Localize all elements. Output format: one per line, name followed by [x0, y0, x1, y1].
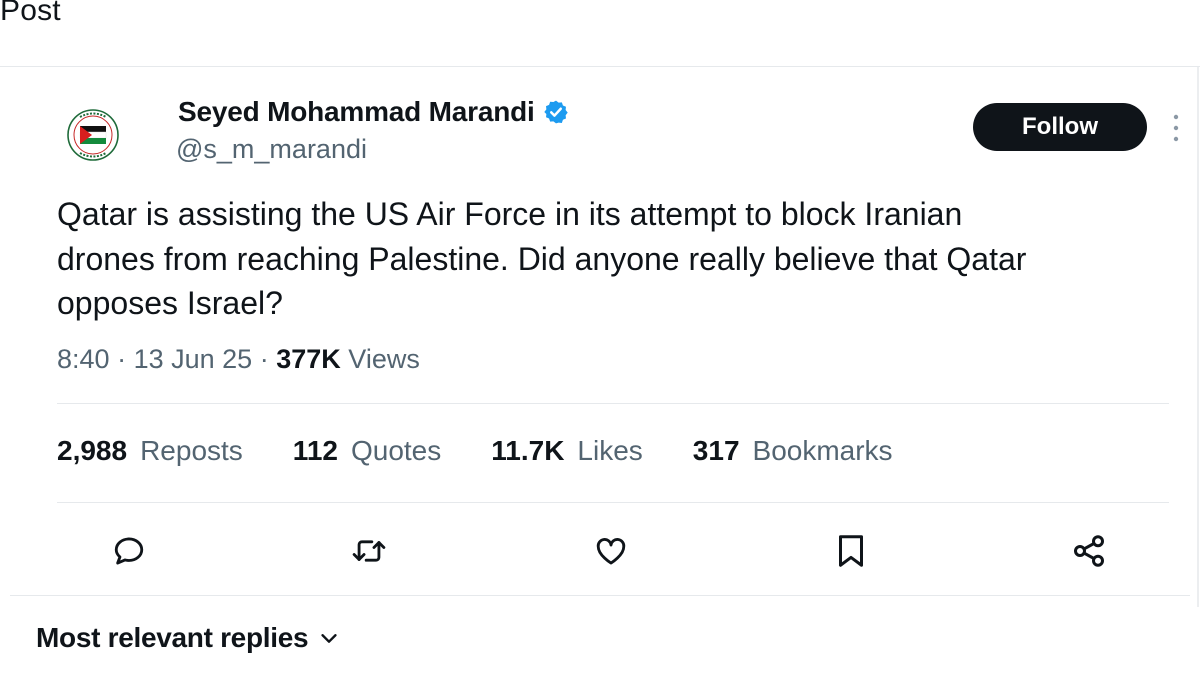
palestine-flag-emblem-icon — [67, 109, 119, 161]
likes-stat[interactable]: 11.7K Likes — [491, 435, 643, 467]
like-button[interactable] — [588, 528, 634, 574]
repost-icon — [352, 540, 386, 562]
meta-separator: · — [117, 344, 127, 374]
reposts-stat[interactable]: 2,988 Reposts — [57, 435, 243, 467]
reply-button[interactable] — [106, 528, 152, 574]
author-name[interactable]: Seyed Mohammad Marandi — [178, 96, 535, 128]
share-icon — [1074, 535, 1104, 567]
header-divider — [0, 66, 1200, 67]
share-button[interactable] — [1066, 528, 1112, 574]
quotes-stat[interactable]: 112 Quotes — [293, 435, 441, 467]
replies-sort-label: Most relevant replies — [36, 622, 309, 653]
verified-badge-icon — [543, 100, 568, 124]
more-vertical-icon — [1173, 114, 1179, 142]
stat-label: Reposts — [140, 435, 243, 466]
bookmarks-stat[interactable]: 317 Bookmarks — [693, 435, 893, 467]
stat-count: 2,988 — [57, 435, 128, 466]
stat-count: 317 — [692, 435, 740, 466]
stat-count: 11.7K — [491, 435, 565, 466]
page-title: Post — [0, 0, 61, 27]
meta-separator: · — [259, 344, 269, 374]
author-handle[interactable]: @s_m_marandi — [176, 134, 367, 165]
replies-sort-dropdown[interactable]: Most relevant replies — [36, 622, 340, 654]
tweet-date[interactable]: 13 Jun 25 — [134, 344, 253, 374]
avatar[interactable] — [66, 108, 120, 162]
engagement-stats: 2,988 Reposts 112 Quotes 11.7K Likes 317… — [57, 435, 943, 467]
stat-count: 112 — [292, 435, 338, 466]
chevron-down-icon — [321, 634, 337, 643]
bookmark-button[interactable] — [828, 528, 874, 574]
follow-button[interactable]: Follow — [973, 103, 1147, 151]
more-options-button[interactable] — [1168, 112, 1184, 144]
tweet-text: Qatar is assisting the US Air Force in i… — [57, 196, 1027, 321]
bookmark-icon — [839, 535, 863, 567]
views-label: Views — [348, 344, 420, 374]
stats-divider — [57, 502, 1169, 503]
reply-icon — [114, 537, 144, 565]
views-count: 377K — [276, 344, 341, 374]
meta-divider — [57, 403, 1169, 404]
column-border — [1197, 67, 1199, 607]
stat-label: Bookmarks — [752, 435, 893, 466]
like-icon — [596, 538, 626, 565]
tweet-time[interactable]: 8:40 — [57, 344, 110, 374]
actions-divider — [10, 595, 1190, 596]
stat-label: Quotes — [350, 435, 442, 466]
stat-label: Likes — [577, 435, 643, 466]
repost-button[interactable] — [346, 528, 392, 574]
tweet-meta: 8:40 · 13 Jun 25 · 377K Views — [57, 344, 420, 375]
